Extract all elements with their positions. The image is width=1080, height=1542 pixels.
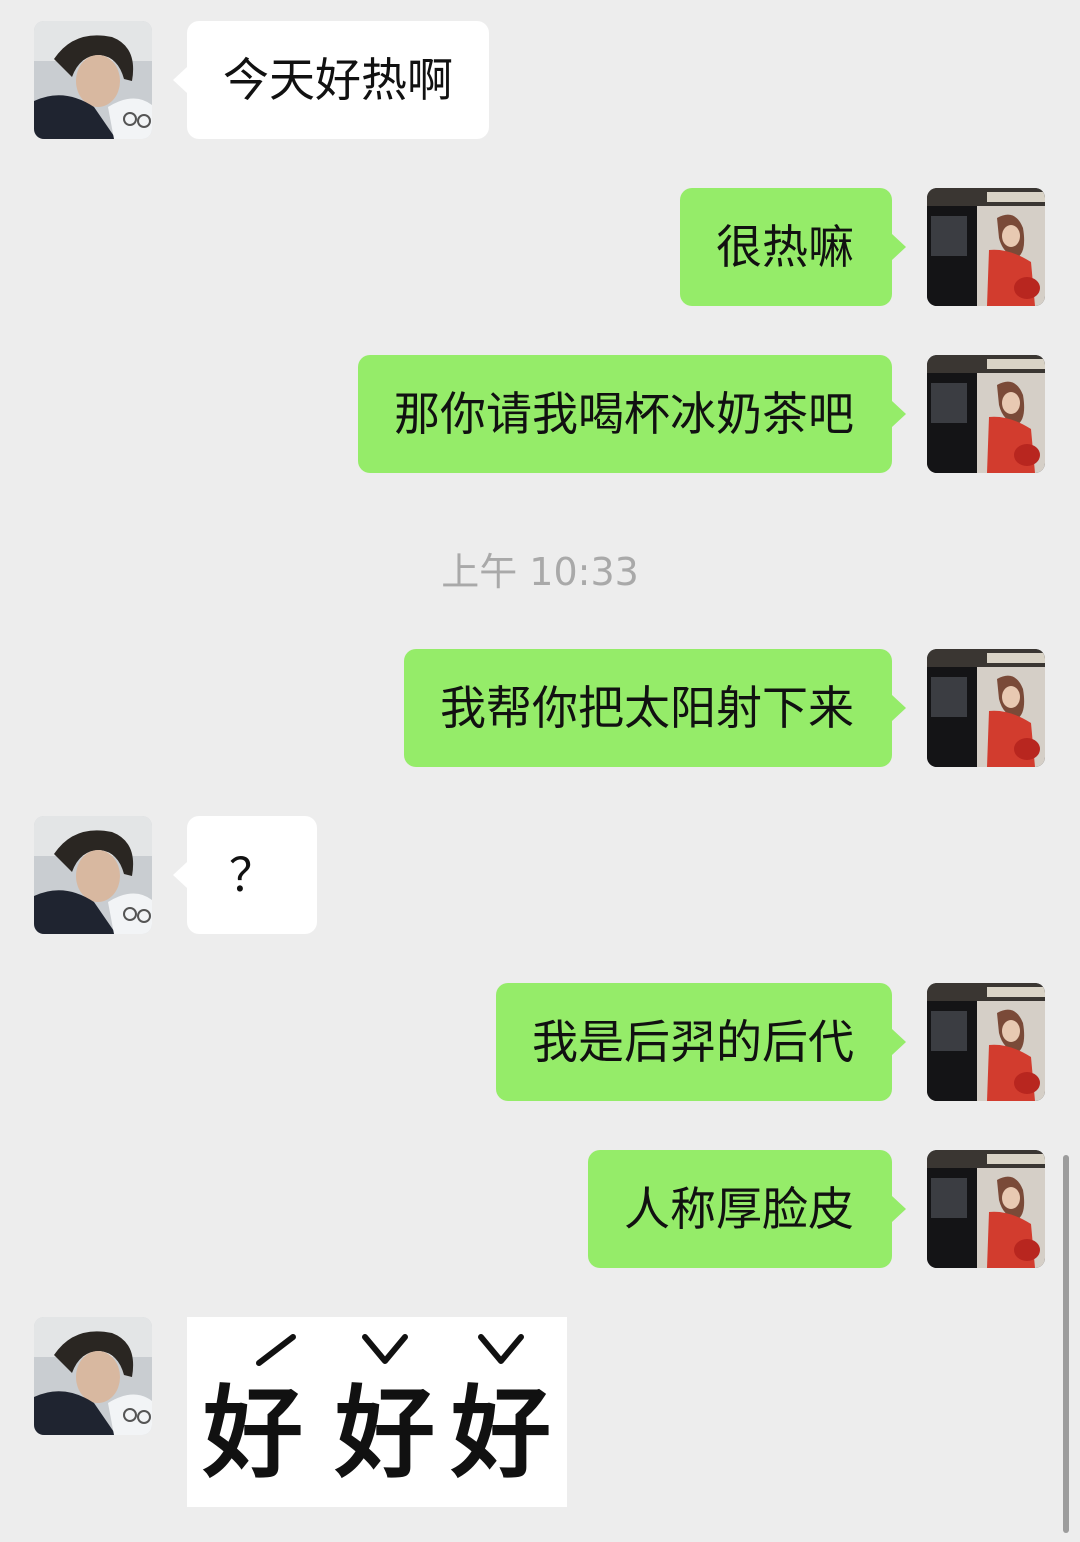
- scrollbar[interactable]: [1063, 1155, 1069, 1533]
- sticker-message[interactable]: 好 好 好: [187, 1317, 567, 1507]
- message-bubble-outgoing[interactable]: 我是后羿的后代: [496, 983, 906, 1101]
- message-text: 那你请我喝杯冰奶茶吧: [394, 387, 854, 441]
- self-avatar[interactable]: [927, 355, 1045, 473]
- message-bubble-outgoing[interactable]: 很热嘛: [680, 188, 906, 306]
- message-text: 今天好热啊: [223, 53, 453, 107]
- contact-avatar[interactable]: [34, 816, 152, 934]
- message-text: ？: [229, 848, 275, 902]
- self-avatar-icon: [927, 355, 1045, 473]
- self-avatar[interactable]: [927, 188, 1045, 306]
- self-avatar-icon: [927, 1150, 1045, 1268]
- dipping-tone-mark-icon: [362, 1334, 408, 1364]
- chat-area: 今天好热啊 很热嘛 那你请我喝杯冰奶茶吧 上午 10:33 我帮你把太阳射下来 …: [0, 0, 1080, 1542]
- self-avatar[interactable]: [927, 1150, 1045, 1268]
- sticker-column: 好: [441, 1317, 561, 1507]
- contact-avatar-icon: [34, 816, 152, 934]
- dipping-tone-mark-icon: [478, 1334, 524, 1364]
- message-text: 我帮你把太阳射下来: [440, 681, 854, 735]
- self-avatar-icon: [927, 649, 1045, 767]
- message-bubble-outgoing[interactable]: 我帮你把太阳射下来: [404, 649, 906, 767]
- sticker-column: 好: [193, 1317, 313, 1507]
- contact-avatar-icon: [34, 21, 152, 139]
- sticker-column: 好: [325, 1317, 445, 1507]
- self-avatar[interactable]: [927, 983, 1045, 1101]
- message-text: 很热嘛: [716, 220, 854, 274]
- sticker-character: 好: [203, 1375, 303, 1492]
- message-bubble-outgoing[interactable]: 那你请我喝杯冰奶茶吧: [358, 355, 906, 473]
- message-bubble-incoming[interactable]: ？: [173, 816, 317, 934]
- message-bubble-outgoing[interactable]: 人称厚脸皮: [588, 1150, 906, 1268]
- contact-avatar[interactable]: [34, 21, 152, 139]
- self-avatar-icon: [927, 983, 1045, 1101]
- message-text: 我是后羿的后代: [532, 1015, 854, 1069]
- rising-tone-mark-icon: [256, 1334, 296, 1366]
- sticker-character: 好: [451, 1375, 551, 1492]
- message-text: 人称厚脸皮: [624, 1182, 854, 1236]
- sticker-character: 好: [335, 1375, 435, 1492]
- contact-avatar-icon: [34, 1317, 152, 1435]
- message-timestamp: 上午 10:33: [441, 550, 639, 594]
- message-bubble-incoming[interactable]: 今天好热啊: [173, 21, 489, 139]
- contact-avatar[interactable]: [34, 1317, 152, 1435]
- self-avatar-icon: [927, 188, 1045, 306]
- self-avatar[interactable]: [927, 649, 1045, 767]
